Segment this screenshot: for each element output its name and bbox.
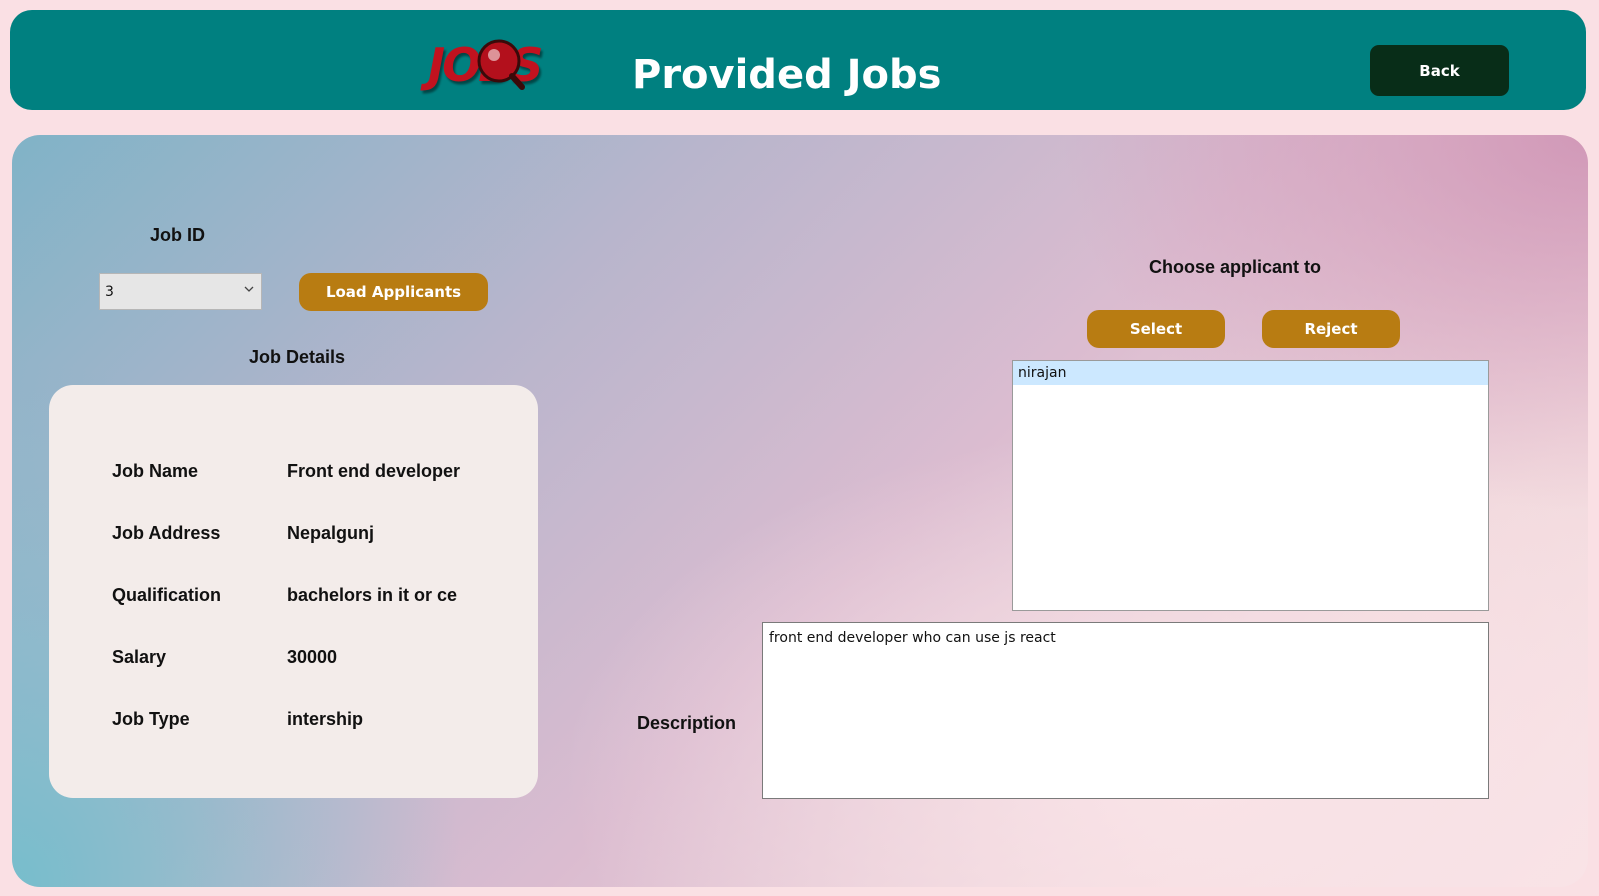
job-address-value: Nepalgunj — [287, 523, 375, 543]
reject-button[interactable]: Reject — [1262, 310, 1400, 348]
job-id-label: Job ID — [150, 225, 206, 245]
list-item[interactable]: nirajan — [1013, 361, 1488, 385]
choose-applicant-heading: Choose applicant to — [1149, 257, 1322, 277]
applicant-list[interactable]: nirajan — [1012, 360, 1489, 611]
job-details-heading: Job Details — [249, 347, 346, 367]
page-title: Provided Jobs — [632, 52, 942, 98]
job-id-dropdown[interactable]: 3 — [99, 273, 262, 310]
job-type-value: intership — [287, 709, 364, 729]
description-textarea[interactable]: front end developer who can use js react — [762, 622, 1489, 799]
qualification-label: Qualification — [112, 585, 222, 605]
job-type-label: Job Type — [112, 709, 190, 729]
job-details-card: Job Name Front end developer Job Address… — [49, 385, 538, 798]
job-name-value: Front end developer — [287, 461, 461, 481]
salary-value: 30000 — [287, 647, 338, 667]
select-button[interactable]: Select — [1087, 310, 1225, 348]
salary-label: Salary — [112, 647, 167, 667]
back-button[interactable]: Back — [1370, 45, 1509, 96]
chevron-down-icon — [244, 286, 254, 292]
load-applicants-button[interactable]: Load Applicants — [299, 273, 488, 311]
job-address-label: Job Address — [112, 523, 221, 543]
qualification-value: bachelors in it or ce — [287, 585, 458, 605]
job-name-label: Job Name — [112, 461, 199, 481]
description-label: Description — [637, 713, 737, 733]
header-bar: JOBS Provided Jobs Back — [10, 10, 1586, 110]
job-id-selected-value: 3 — [105, 284, 114, 300]
jobs-logo: JOBS — [428, 28, 554, 108]
magnifier-icon — [477, 39, 525, 90]
